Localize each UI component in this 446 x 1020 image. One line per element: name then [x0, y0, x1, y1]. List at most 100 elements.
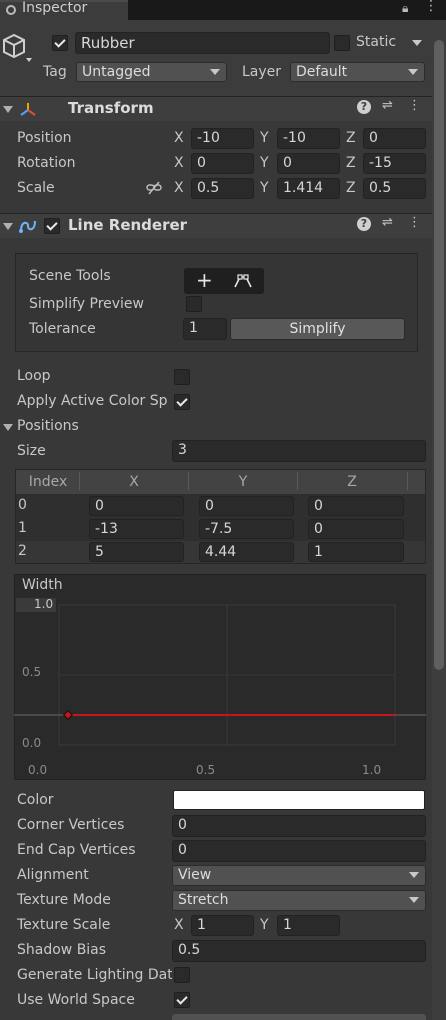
scale-label: Scale [17, 180, 55, 196]
corner-vertices-field[interactable]: 0 [172, 815, 426, 837]
kebab-menu-icon[interactable]: ⋮ [424, 0, 438, 14]
row-z-field[interactable]: 1 [308, 542, 404, 562]
add-point-icon[interactable]: + [196, 268, 213, 292]
row-z-field[interactable]: 0 [308, 519, 404, 539]
axis-z-label: Z [346, 180, 356, 196]
table-row[interactable]: 0 0 0 0 [16, 495, 425, 517]
fold-arrow-icon[interactable] [3, 106, 13, 113]
generate-lighting-data-checkbox[interactable] [174, 967, 190, 983]
apply-color-checkbox[interactable] [174, 394, 190, 410]
size-field[interactable]: 3 [172, 440, 426, 462]
alignment-label: Alignment [17, 867, 89, 883]
texture-mode-label: Texture Mode [17, 892, 111, 908]
shadow-bias-field[interactable]: 0.5 [172, 940, 426, 962]
component-menu-icon[interactable]: ⋮ [408, 98, 421, 113]
row-y-field[interactable]: -7.5 [199, 519, 294, 539]
col-header-y: Y [238, 474, 248, 490]
static-dropdown-icon[interactable] [412, 40, 422, 46]
axis-x-label: X [174, 180, 184, 196]
row-x-field[interactable]: -13 [89, 519, 184, 539]
axis-y-label: Y [260, 180, 269, 196]
help-icon[interactable]: ? [357, 100, 371, 114]
rotation-y-field[interactable]: 0 [277, 153, 340, 174]
table-row[interactable]: 1 -13 -7.5 0 [16, 518, 425, 540]
tag-dropdown[interactable]: Untagged [76, 62, 227, 82]
axis-x-label: X [174, 917, 184, 933]
rotation-x-field[interactable]: 0 [191, 153, 254, 174]
width-label: Width [22, 577, 63, 593]
constrain-proportions-icon[interactable] [146, 181, 162, 195]
texture-scale-y-field[interactable]: 1 [277, 915, 340, 936]
scale-x-field[interactable]: 0.5 [191, 178, 254, 199]
static-label: Static [356, 34, 397, 50]
position-z-field[interactable]: 0 [363, 128, 426, 149]
texture-scale-x-field[interactable]: 1 [191, 915, 254, 936]
color-swatch[interactable] [173, 790, 425, 810]
generate-lighting-data-label: Generate Lighting Dat [17, 967, 172, 983]
line-renderer-header[interactable]: Line Renderer ? ⇌ ⋮ [0, 214, 432, 238]
width-curve-graph[interactable] [14, 595, 426, 760]
axis-z-label: Z [346, 130, 356, 146]
layer-label: Layer [242, 64, 282, 80]
scene-tools-label: Scene Tools [29, 268, 111, 284]
tolerance-field[interactable]: 1 [183, 318, 227, 340]
row-x-field[interactable]: 0 [89, 496, 184, 516]
transform-header[interactable]: Transform ? ⇌ ⋮ [0, 97, 432, 121]
lock-icon[interactable]: 🔒︎ [402, 1, 408, 16]
help-icon[interactable]: ? [357, 217, 371, 231]
static-checkbox[interactable] [334, 35, 350, 51]
layer-value: Default [296, 64, 348, 80]
col-header-z: Z [347, 474, 357, 490]
position-y-field[interactable]: -10 [277, 128, 340, 149]
use-world-space-checkbox[interactable] [174, 992, 190, 1008]
position-label: Position [17, 130, 72, 146]
row-y-field[interactable]: 0 [199, 496, 294, 516]
col-divider[interactable] [407, 472, 408, 490]
row-index: 1 [18, 520, 27, 536]
positions-label[interactable]: Positions [17, 418, 79, 434]
row-y-field[interactable]: 4.44 [199, 542, 294, 562]
fold-arrow-icon[interactable] [3, 223, 13, 230]
loop-checkbox[interactable] [174, 369, 190, 385]
row-z-field[interactable]: 0 [308, 496, 404, 516]
loop-label: Loop [17, 368, 51, 384]
scale-y-field[interactable]: 1.414 [277, 178, 340, 199]
component-menu-icon[interactable]: ⋮ [408, 215, 421, 230]
positions-fold-icon[interactable] [3, 424, 13, 431]
simplify-preview-label: Simplify Preview [29, 296, 144, 312]
active-checkbox[interactable] [52, 35, 68, 51]
tab-inspector[interactable]: Inspector [0, 0, 128, 20]
scale-z-field[interactable]: 0.5 [363, 178, 426, 199]
line-renderer-enabled-checkbox[interactable] [44, 218, 60, 234]
rotation-z-field[interactable]: -15 [363, 153, 426, 174]
table-row[interactable]: 2 5 4.44 1 [16, 541, 425, 563]
tolerance-label: Tolerance [29, 321, 96, 337]
corner-vertices-label: Corner Vertices [17, 817, 125, 833]
tab-title: Inspector [22, 0, 88, 16]
alignment-dropdown[interactable]: View [172, 865, 426, 886]
preset-sliders-icon[interactable]: ⇌ [382, 98, 393, 113]
use-world-space-label: Use World Space [17, 992, 135, 1008]
row-index: 0 [18, 497, 27, 513]
axis-x-label: X [174, 155, 184, 171]
edit-points-icon[interactable] [233, 273, 253, 289]
gameobject-cube-icon [3, 33, 32, 62]
shadow-bias-label: Shadow Bias [17, 942, 107, 958]
texture-mode-dropdown[interactable]: Stretch [172, 890, 426, 911]
name-field[interactable]: Rubber [75, 32, 330, 54]
end-cap-vertices-field[interactable]: 0 [172, 840, 426, 862]
layer-dropdown[interactable]: Default [290, 62, 425, 82]
transform-title: Transform [68, 99, 154, 117]
preset-sliders-icon[interactable]: ⇌ [382, 215, 393, 230]
simplify-button[interactable]: Simplify [230, 318, 405, 340]
info-icon [6, 5, 16, 15]
rotation-label: Rotation [17, 155, 76, 171]
simplify-preview-checkbox[interactable] [186, 296, 202, 312]
scrollbar-thumb[interactable] [434, 40, 444, 670]
position-x-field[interactable]: -10 [191, 128, 254, 149]
col-header-x: X [129, 474, 139, 490]
curve-key-point [63, 710, 73, 720]
row-x-field[interactable]: 5 [89, 542, 184, 562]
axis-y-label: Y [260, 917, 269, 933]
next-dropdown-partial[interactable] [172, 1014, 426, 1020]
